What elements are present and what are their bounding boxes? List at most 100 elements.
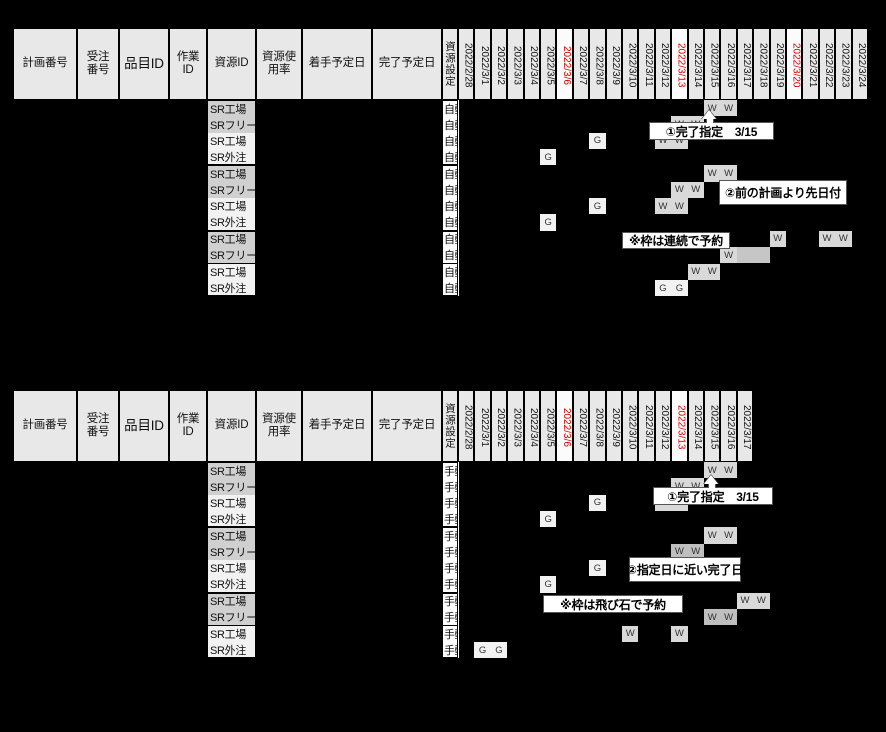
column-header-計画番号: 計画番号: [13, 390, 77, 462]
resource-setting-cell: 自動: [442, 149, 458, 166]
date-header-2022/2/28: 2022/2/28: [458, 28, 475, 100]
resource-setting-cell: 自動: [442, 100, 458, 117]
gantt-cell[interactable]: WW: [654, 198, 688, 215]
gantt-cell[interactable]: WW: [704, 609, 737, 626]
gantt-cell[interactable]: [736, 247, 770, 264]
gantt-cell[interactable]: GG: [474, 641, 508, 659]
resource-id-cell: SR工場: [207, 560, 256, 577]
resource-setting-cell: 手動: [442, 609, 458, 626]
date-header-2022/3/3: 2022/3/3: [507, 28, 524, 100]
date-header-2022/3/16: 2022/3/16: [720, 390, 737, 462]
column-header-品目ID: 品目ID: [119, 28, 169, 100]
gantt-cell[interactable]: WW: [671, 181, 704, 199]
empty-cells: [256, 478, 442, 495]
empty-cells: [256, 560, 442, 577]
resource-setting-cell: 自動: [442, 132, 458, 150]
gantt-cell[interactable]: W: [671, 625, 688, 642]
gantt-cell[interactable]: G: [589, 560, 606, 577]
empty-cells: [256, 230, 442, 248]
empty-cells: [256, 279, 442, 297]
date-header-2022/3/17: 2022/3/17: [736, 390, 754, 462]
callout-1-2: ②前の計画より先日付: [719, 180, 847, 205]
gantt-cell[interactable]: GG: [654, 279, 688, 297]
grid-left-edge: [13, 100, 14, 297]
resource-id-cell: SR外注: [207, 641, 256, 659]
date-header-2022/3/6: 2022/3/6: [556, 28, 573, 100]
resource-setting-cell: 自動: [442, 247, 458, 264]
empty-cells: [256, 149, 442, 166]
callout-2-3: ※枠は飛び石で予約: [543, 595, 683, 613]
gantt-cell[interactable]: G: [540, 214, 557, 231]
callout-arrow-head: [702, 110, 716, 119]
date-header-2022/3/5: 2022/3/5: [540, 28, 557, 100]
callout-text: ※枠は飛び石で予約: [560, 597, 666, 612]
resource-id-cell: SR外注: [207, 214, 256, 231]
resource-setting-cell: 自動: [442, 230, 458, 248]
date-header-2022/3/20: 2022/3/20: [786, 28, 803, 100]
resource-id-cell: SR工場: [207, 198, 256, 215]
date-header-2022/3/21: 2022/3/21: [802, 28, 819, 100]
column-header-受注番号: 受注 番号: [77, 390, 119, 462]
callout-1-3: ※枠は連続で予約: [622, 232, 730, 249]
empty-cells: [256, 527, 442, 544]
callout-2-2: ②指定日に近い完了日: [626, 557, 744, 582]
resource-id-cell: SR工場: [207, 527, 256, 544]
gantt-cell[interactable]: WW: [704, 527, 737, 544]
empty-cells: [256, 592, 442, 610]
gantt-cell[interactable]: WW: [736, 592, 770, 610]
column-header-資源使用率: 資源使 用率: [256, 28, 302, 100]
date-header-2022/3/7: 2022/3/7: [572, 390, 590, 462]
gantt-cell[interactable]: W: [720, 247, 737, 264]
column-header-資源ID: 資源ID: [207, 390, 256, 462]
date-header-2022/3/22: 2022/3/22: [818, 28, 836, 100]
date-header-2022/3/10: 2022/3/10: [622, 390, 639, 462]
resource-setting-cell: 手動: [442, 462, 458, 479]
resource-id-cell: SR工場: [207, 462, 256, 479]
resource-id-cell: SRフリー: [207, 247, 256, 264]
gantt-cell[interactable]: G: [589, 132, 606, 150]
callout-1-1: ①完了指定 3/15: [649, 122, 774, 140]
gantt-cell[interactable]: WW: [818, 230, 852, 248]
resource-setting-cell: 手動: [442, 576, 458, 593]
callout-text: ①完了指定 3/15: [665, 124, 758, 139]
empty-cells: [256, 263, 442, 280]
date-header-2022/3/9: 2022/3/9: [605, 390, 622, 462]
date-header-2022/3/14: 2022/3/14: [687, 390, 704, 462]
date-header-2022/3/11: 2022/3/11: [638, 390, 655, 462]
callout-arrow-head: [704, 475, 718, 484]
date-header-2022/3/17: 2022/3/17: [736, 28, 754, 100]
empty-cells: [256, 543, 442, 561]
gantt-cell[interactable]: W: [622, 625, 639, 642]
date-header-2022/3/7: 2022/3/7: [572, 28, 590, 100]
empty-cells: [256, 132, 442, 150]
gantt-cell[interactable]: G: [589, 494, 606, 512]
resource-setting-cell: 自動: [442, 263, 458, 280]
gantt-cell[interactable]: WW: [687, 263, 721, 280]
empty-cells: [256, 116, 442, 133]
gantt-cell[interactable]: G: [540, 511, 557, 528]
column-header-完了予定日: 完了予定日: [372, 28, 442, 100]
resource-setting-cell: 手動: [442, 494, 458, 512]
resource-id-cell: SR外注: [207, 279, 256, 297]
empty-cells: [256, 511, 442, 528]
resource-setting-cell: 自動: [442, 181, 458, 199]
empty-cells: [256, 198, 442, 215]
resource-setting-cell: 自動: [442, 279, 458, 297]
date-header-2022/3/14: 2022/3/14: [687, 28, 704, 100]
resource-setting-cell: 手動: [442, 527, 458, 544]
callout-text: ②指定日に近い完了日: [626, 563, 744, 577]
date-header-2022/3/11: 2022/3/11: [638, 28, 655, 100]
resource-id-cell: SR工場: [207, 100, 256, 117]
gantt-cell[interactable]: G: [540, 149, 557, 166]
date-header-2022/3/12: 2022/3/12: [654, 28, 672, 100]
resource-id-cell: SR外注: [207, 576, 256, 593]
resource-setting-cell: 手動: [442, 478, 458, 495]
resource-id-cell: SR工場: [207, 165, 256, 182]
gantt-cell[interactable]: G: [540, 576, 557, 593]
resource-setting-cell: 自動: [442, 198, 458, 215]
gantt-cell[interactable]: G: [589, 198, 606, 215]
date-header-2022/3/8: 2022/3/8: [589, 390, 606, 462]
resource-id-cell: SRフリー: [207, 181, 256, 199]
date-header-2022/3/13: 2022/3/13: [671, 28, 688, 100]
spreadsheet-canvas: 計画番号 受注 番号 品目ID 作業 ID 資源ID 資源使 用率 着手予定日 完了予定日 資源設定 2…: [0, 0, 886, 732]
